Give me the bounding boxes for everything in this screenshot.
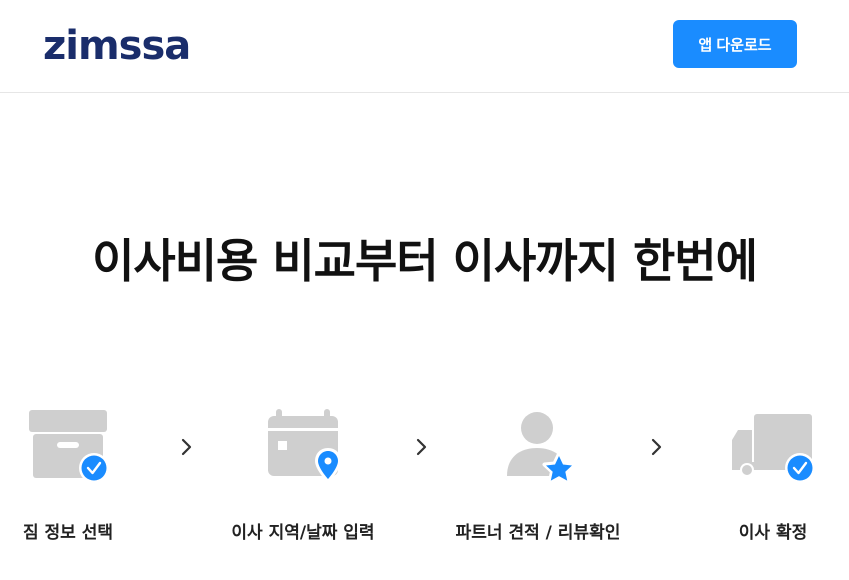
zimssa-logo[interactable]: zimssa [43,23,191,69]
step-item-pack-info: 짐 정보 선택 [0,400,163,550]
step-item-region-date: 이사 지역/날짜 입력 [208,400,398,550]
step-label: 짐 정보 선택 [22,523,114,543]
step-label: 파트너 견적 / 리뷰확인 [455,523,621,543]
step-item-partner-quote: 파트너 견적 / 리뷰확인 [443,400,633,550]
page-headline: 이사비용 비교부터 이사까지 한번에 [92,234,758,288]
chevron-right-icon [416,438,427,456]
step-item-confirm: 이사 확정 [678,400,849,550]
chevron-right-icon [181,438,192,456]
site-header: zimssa 앱 다운로드 [0,0,849,93]
logo-text: zimssa [43,23,191,69]
person-star-icon [493,406,583,486]
step-label: 이사 지역/날짜 입력 [231,523,375,543]
box-check-icon [23,406,113,486]
app-download-button[interactable]: 앱 다운로드 [673,20,797,68]
step-label: 이사 확정 [738,523,808,543]
truck-check-icon [728,406,818,486]
calendar-pin-icon [258,406,348,486]
chevron-right-icon [651,438,662,456]
